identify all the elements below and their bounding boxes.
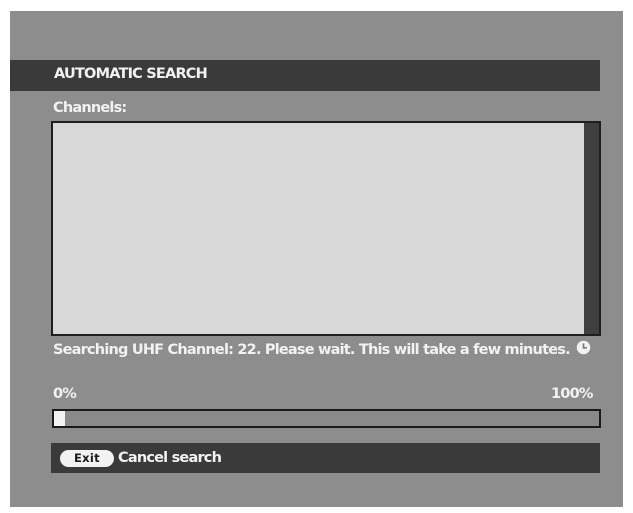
dialog-title: AUTOMATIC SEARCH (54, 66, 208, 82)
search-progress-bar (52, 409, 601, 428)
progress-start-label: 0% (53, 386, 77, 402)
progress-end-label: 100% (551, 386, 593, 402)
exit-key-icon[interactable]: Exit (60, 450, 114, 467)
search-status-text: Searching UHF Channel: 22. Please wait. … (53, 342, 571, 358)
channels-label: Channels: (53, 100, 127, 116)
channel-list-scrollbar[interactable] (584, 123, 599, 334)
cancel-search-label[interactable]: Cancel search (118, 449, 222, 467)
channel-list[interactable] (51, 121, 601, 336)
search-progress-fill (54, 411, 65, 426)
clock-icon (576, 340, 591, 355)
